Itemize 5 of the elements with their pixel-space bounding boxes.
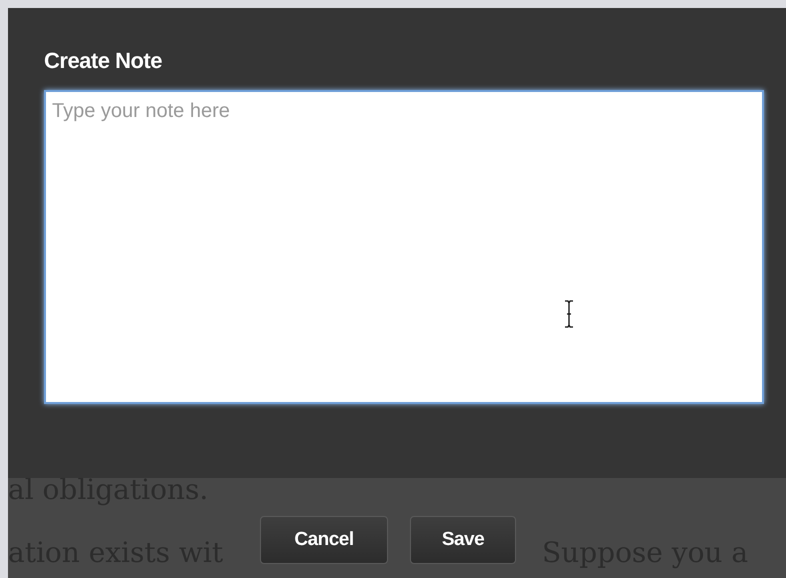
save-button[interactable]: Save xyxy=(410,516,516,564)
cancel-button[interactable]: Cancel xyxy=(260,516,388,564)
text-cursor-icon xyxy=(564,300,574,328)
dialog-title: Create Note xyxy=(44,48,163,74)
note-field[interactable]: Type your note here xyxy=(44,90,764,404)
